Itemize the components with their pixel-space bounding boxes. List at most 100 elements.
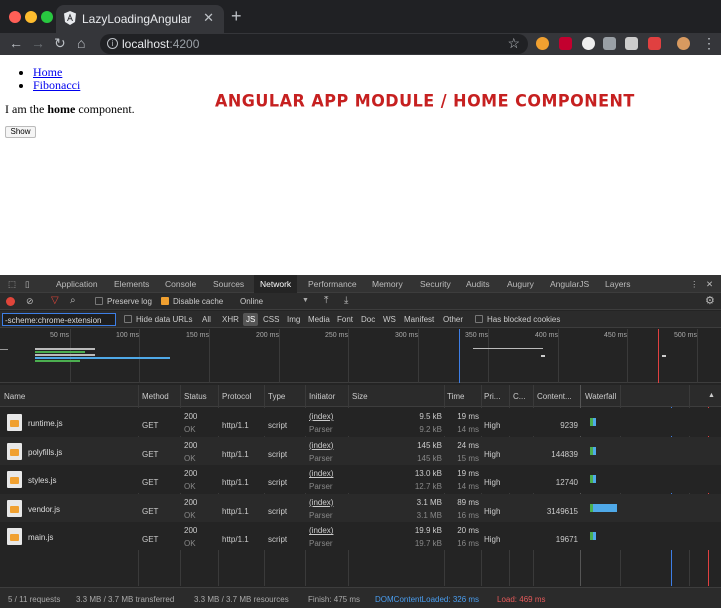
tab-audits[interactable]: Audits [466, 279, 490, 289]
filter-icon[interactable]: ▽ [51, 295, 59, 306]
request-name[interactable]: polyfills.js [28, 448, 62, 457]
new-tab-button[interactable]: + [231, 6, 242, 27]
extension-icon[interactable] [559, 37, 572, 50]
tab-memory[interactable]: Memory [372, 279, 403, 289]
col-type[interactable]: Type [268, 392, 285, 401]
extension-icon[interactable] [536, 37, 549, 50]
table-row[interactable]: vendor.js GET 200 OK http/1.1 script (index) Pa… [0, 493, 721, 522]
col-connection[interactable]: C... [513, 392, 525, 401]
chevron-down-icon[interactable]: ▼ [302, 297, 309, 304]
filter-input[interactable]: -scheme:chrome-extension [2, 313, 116, 326]
col-priority[interactable]: Pri... [484, 392, 500, 401]
filter-type-css[interactable]: CSS [263, 315, 279, 324]
filter-type-xhr[interactable]: XHR [222, 315, 239, 324]
col-name[interactable]: Name [4, 392, 25, 401]
menu-kebab-icon[interactable]: ⋮ [702, 35, 716, 52]
device-toggle-icon[interactable]: ▯ [25, 279, 30, 290]
search-icon[interactable]: ⌕ [70, 295, 76, 306]
home-icon[interactable]: ⌂ [77, 35, 85, 51]
timeline-tick: 500 ms [674, 332, 697, 339]
table-row[interactable]: runtime.js GET 200 OK http/1.1 script (index) P… [0, 408, 721, 436]
table-row[interactable]: main.js GET 200 OK http/1.1 script (index) Pars… [0, 522, 721, 551]
request-name[interactable]: main.js [28, 533, 53, 542]
timeline-tick: 400 ms [535, 332, 558, 339]
show-button[interactable]: Show [5, 126, 36, 138]
tab-application[interactable]: Application [56, 279, 98, 289]
col-protocol[interactable]: Protocol [222, 392, 251, 401]
col-content[interactable]: Content... [537, 392, 572, 401]
col-waterfall[interactable]: Waterfall [585, 392, 616, 401]
tab-console[interactable]: Console [165, 279, 196, 289]
bookmark-star-icon[interactable]: ☆ [507, 35, 520, 52]
script-file-icon [7, 528, 22, 546]
filter-type-doc[interactable]: Doc [361, 315, 375, 324]
forward-icon[interactable]: → [31, 35, 45, 51]
record-icon[interactable] [6, 297, 15, 306]
col-time[interactable]: Time [447, 392, 464, 401]
col-status[interactable]: Status [184, 392, 207, 401]
avatar[interactable] [677, 37, 690, 50]
devtools-close-icon[interactable]: ✕ [706, 279, 713, 290]
reload-icon[interactable]: ↻ [54, 35, 66, 52]
filter-type-media[interactable]: Media [308, 315, 330, 324]
inspect-icon[interactable]: ⬚ [8, 279, 16, 290]
fibonacci-link[interactable]: Fibonacci [33, 78, 80, 92]
request-initiator[interactable]: (index) [309, 412, 333, 421]
tab-sources[interactable]: Sources [213, 279, 244, 289]
col-size[interactable]: Size [352, 392, 368, 401]
extension-icon[interactable] [648, 37, 661, 50]
throttling-select[interactable]: Online [240, 297, 263, 306]
has-blocked-cookies-checkbox[interactable]: Has blocked cookies [475, 315, 560, 324]
request-initiator[interactable]: (index) [309, 498, 333, 507]
back-icon[interactable]: ← [9, 35, 23, 51]
browser-tab[interactable]: LazyLoadingAngular ✕ [56, 5, 224, 33]
close-window-icon[interactable] [9, 11, 21, 23]
col-method[interactable]: Method [142, 392, 169, 401]
hide-data-urls-checkbox[interactable]: Hide data URLs [124, 315, 192, 324]
import-icon[interactable]: ⤒ [324, 295, 328, 306]
request-status-text: OK [184, 539, 196, 549]
filter-type-img[interactable]: Img [287, 315, 300, 324]
table-row[interactable]: styles.js GET 200 OK http/1.1 script (index) Pa… [0, 465, 721, 494]
filter-type-other[interactable]: Other [443, 315, 463, 324]
home-component-text: I am the home component. [5, 102, 135, 116]
devtools-menu-icon[interactable]: ⋮ [690, 279, 699, 290]
extension-icon[interactable] [625, 37, 638, 50]
filter-type-js[interactable]: JS [243, 313, 259, 326]
timeline-bar [35, 360, 80, 362]
tab-network[interactable]: Network [254, 275, 298, 293]
request-name[interactable]: vendor.js [28, 505, 60, 514]
info-icon[interactable]: i [107, 38, 118, 49]
request-name[interactable]: runtime.js [28, 419, 63, 428]
sort-up-icon[interactable]: ▲ [708, 392, 715, 399]
request-initiator[interactable]: (index) [309, 526, 333, 535]
browser-toolbar: ← → ↻ ⌂ i localhost:4200 ☆ ⋮ [0, 33, 721, 55]
tab-performance[interactable]: Performance [308, 279, 357, 289]
filter-type-ws[interactable]: WS [383, 315, 396, 324]
tab-layers[interactable]: Layers [605, 279, 631, 289]
address-bar[interactable]: i localhost:4200 ☆ [100, 34, 528, 54]
extension-icon[interactable] [582, 37, 595, 50]
request-initiator[interactable]: (index) [309, 441, 333, 450]
tab-elements[interactable]: Elements [114, 279, 149, 289]
request-name[interactable]: styles.js [28, 476, 56, 485]
request-initiator[interactable]: (index) [309, 469, 333, 478]
filter-type-manifest[interactable]: Manifest [404, 315, 434, 324]
tab-angularjs[interactable]: AngularJS [550, 279, 589, 289]
gear-icon[interactable]: ⚙ [705, 294, 715, 307]
maximize-window-icon[interactable] [41, 11, 53, 23]
preserve-log-checkbox[interactable]: Preserve log [95, 297, 152, 306]
extension-icon[interactable] [603, 37, 616, 50]
minimize-window-icon[interactable] [25, 11, 37, 23]
tab-augury[interactable]: Augury [507, 279, 534, 289]
table-row[interactable]: polyfills.js GET 200 OK http/1.1 script (index… [0, 436, 721, 465]
filter-type-all[interactable]: All [202, 315, 211, 324]
home-link[interactable]: Home [33, 65, 62, 79]
export-icon[interactable]: ⤓ [344, 295, 348, 306]
disable-cache-checkbox[interactable]: Disable cache [161, 297, 223, 306]
tab-close-icon[interactable]: ✕ [203, 10, 214, 26]
tab-security[interactable]: Security [420, 279, 451, 289]
col-initiator[interactable]: Initiator [309, 392, 335, 401]
filter-type-font[interactable]: Font [337, 315, 353, 324]
clear-icon[interactable]: ⊘ [26, 296, 34, 307]
